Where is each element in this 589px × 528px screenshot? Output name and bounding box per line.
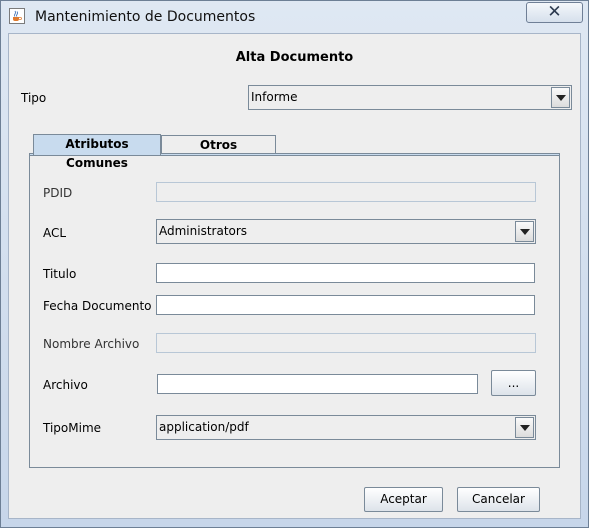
dialog-window: Mantenimiento de Documentos ✕ Alta Docum… <box>0 0 589 528</box>
titulo-label: Titulo <box>43 267 77 281</box>
tipomime-dropdown[interactable]: application/pdf <box>156 415 536 440</box>
window-title: Mantenimiento de Documentos <box>35 9 256 25</box>
tab-panel-atributos-comunes: PDID ACL Administrators Titulo Fecha Doc… <box>29 156 560 468</box>
tab-atributos-comunes[interactable]: Atributos Comunes <box>33 134 161 170</box>
chevron-down-icon[interactable] <box>551 87 570 108</box>
tipo-dropdown-value: Informe <box>251 90 298 104</box>
tab-otros-atributos[interactable]: Otros Atributos0 <box>161 135 276 171</box>
acl-dropdown-value: Administrators <box>159 224 248 238</box>
fecha-documento-label: Fecha Documento <box>43 299 152 313</box>
java-cup-icon <box>9 8 25 24</box>
pdid-label: PDID <box>43 186 73 200</box>
fecha-documento-field[interactable] <box>156 295 535 315</box>
acl-label: ACL <box>43 226 67 240</box>
titulo-field[interactable] <box>156 263 535 283</box>
tipomime-dropdown-value: application/pdf <box>159 420 249 434</box>
tipomime-label: TipoMime <box>43 421 102 435</box>
acl-dropdown[interactable]: Administrators <box>156 219 536 244</box>
dialog-content: Alta Documento Tipo Informe Atributos Co… <box>8 33 581 519</box>
tipo-label: Tipo <box>21 91 47 105</box>
chevron-down-icon[interactable] <box>515 417 534 438</box>
close-icon: ✕ <box>547 2 562 22</box>
pdid-field <box>156 182 536 202</box>
tipo-dropdown[interactable]: Informe <box>248 85 572 110</box>
archivo-label: Archivo <box>43 378 88 392</box>
nombre-archivo-label: Nombre Archivo <box>43 337 140 351</box>
close-button[interactable]: ✕ <box>526 2 583 23</box>
chevron-down-icon[interactable] <box>515 221 534 242</box>
browse-file-button[interactable]: ... <box>491 370 536 396</box>
title-bar[interactable]: Mantenimiento de Documentos ✕ <box>1 1 588 33</box>
accept-button[interactable]: Aceptar <box>364 487 443 512</box>
form-heading: Alta Documento <box>235 50 354 65</box>
archivo-field[interactable] <box>157 374 478 394</box>
nombre-archivo-field <box>156 333 536 353</box>
cancel-button[interactable]: Cancelar <box>457 487 540 512</box>
